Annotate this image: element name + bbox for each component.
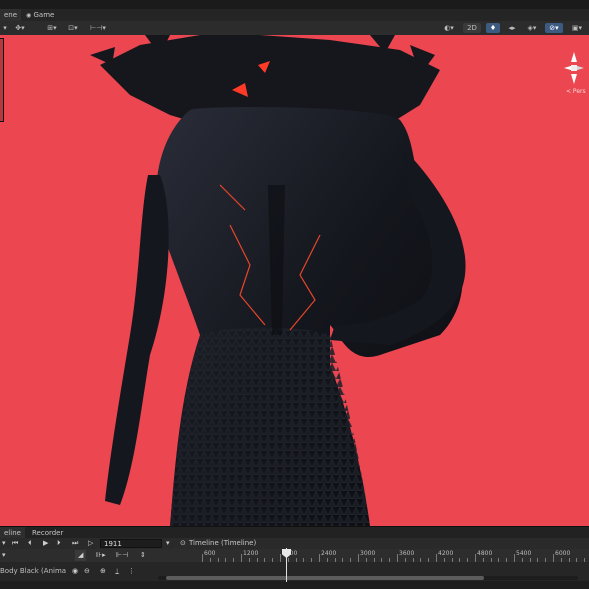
ruler-tick-label: 2400 — [321, 550, 337, 557]
go-to-end-icon[interactable]: ⏭ — [72, 538, 78, 549]
play-icon[interactable]: ▶ — [43, 538, 48, 549]
loop-icon[interactable]: ▷ — [88, 538, 93, 549]
eye-icon[interactable]: ◉ — [72, 566, 78, 577]
snap-track-icon[interactable]: ⊪▸ — [96, 550, 106, 561]
time-ruler[interactable]: 600120018002400300036004200480054006000 — [162, 549, 589, 562]
add-icon[interactable]: ▾ — [2, 550, 6, 561]
lighting-icon[interactable]: ♦ — [486, 23, 500, 33]
timeline-title: Timeline (Timeline) — [189, 539, 257, 547]
lock-icon[interactable]: ⊖ — [84, 566, 90, 577]
2d-toggle[interactable]: 2D — [463, 23, 481, 33]
layers-icon[interactable]: ▾ — [1, 23, 9, 33]
gizmo-down-arrow — [571, 74, 577, 84]
next-frame-icon[interactable]: ⏵ — [57, 538, 61, 549]
ruler-major-tick — [475, 554, 476, 562]
ruler-major-tick — [241, 554, 242, 562]
previous-frame-icon[interactable]: ⏴ — [28, 538, 32, 549]
track-options-icon[interactable]: ◢ — [75, 550, 87, 561]
left-arm — [105, 175, 169, 505]
snap-icon[interactable]: ⊡▾ — [66, 23, 80, 33]
ruler-tick-label: 3000 — [360, 550, 376, 557]
scene-viewport[interactable] — [0, 35, 589, 526]
scene-toolbar: ▾ ✥▾ ⊞▾ ⊡▾ ⊢⊣▾ ◐▾ 2D ♦ ◂▸ ◈▾ ⊘▾ ▣▾ — [0, 21, 589, 36]
ruler-tick-label: 4200 — [438, 550, 454, 557]
timeline-dropdown-icon[interactable]: ▾ — [166, 538, 170, 549]
ruler-major-tick — [514, 554, 515, 562]
ruler-tick-label: 6000 — [555, 550, 571, 557]
game-icon: ◉ — [26, 12, 32, 19]
grid-icon[interactable]: ⊞▾ — [44, 23, 60, 33]
add-track-icon[interactable]: ⊕ — [100, 566, 106, 577]
preview-icon[interactable]: ▾ — [2, 538, 6, 549]
tab-recorder-label: Recorder — [32, 529, 64, 537]
status-bar — [0, 581, 589, 589]
visibility-icon[interactable]: ⊘▾ — [545, 23, 563, 33]
tab-scene-label: ene — [4, 11, 18, 19]
camera-icon[interactable]: ▣▾ — [567, 23, 587, 33]
ruler-major-tick — [397, 554, 398, 562]
timeline-asset-icon: ⊙ — [180, 539, 186, 547]
tab-game-label: Game — [33, 11, 55, 19]
clip-edit-icon[interactable]: ⊩⊣ — [116, 550, 128, 561]
ruler-tick-label: 600 — [204, 550, 216, 557]
character-render — [90, 35, 466, 526]
ruler-major-tick — [358, 554, 359, 562]
move-tool-icon[interactable]: ✥▾ — [12, 23, 28, 33]
marker-icon[interactable]: ⇕ — [140, 550, 146, 561]
ruler-major-tick — [319, 554, 320, 562]
ruler-major-tick — [202, 554, 203, 562]
ruler-tick-label: 4800 — [477, 550, 493, 557]
current-frame-field[interactable]: 1911 — [100, 539, 162, 548]
tab-timeline-label: eline — [4, 529, 21, 537]
timeline-transport-bar: ▾ ⏮ ⏴ ▶ ⏵ ⏭ ▷ 1911 ▾ ⊙ Timeline (Timelin… — [0, 538, 589, 549]
track-label[interactable]: Body Black (Anima — [0, 566, 66, 577]
audio-icon[interactable]: ◂▸ — [505, 23, 519, 33]
ruler-tick-label: 3600 — [399, 550, 415, 557]
track-menu-icon[interactable]: ⋮ — [128, 566, 135, 577]
shading-mode-icon[interactable]: ◐▾ — [440, 23, 458, 33]
ruler-major-tick — [436, 554, 437, 562]
projection-label[interactable]: < Pers — [566, 88, 586, 95]
mute-icon[interactable]: ⍊ — [115, 566, 119, 577]
tab-game[interactable]: ◉ Game — [22, 9, 58, 21]
effects-icon[interactable]: ◈▾ — [523, 23, 541, 33]
gizmo-up-arrow — [571, 52, 577, 62]
ruler-tick-label: 5400 — [516, 550, 532, 557]
ruler-major-tick — [553, 554, 554, 562]
go-to-start-icon[interactable]: ⏮ — [12, 538, 18, 549]
tab-scene[interactable]: ene — [0, 9, 22, 21]
timeline-scrollbar-thumb[interactable] — [166, 576, 484, 580]
ruler-tick-label: 1200 — [243, 550, 259, 557]
viewport-overlay-panel[interactable] — [0, 38, 4, 122]
ruler-major-tick — [280, 554, 281, 562]
window-title-strip — [0, 0, 589, 9]
ruler-icon[interactable]: ⊢⊣▾ — [88, 23, 108, 33]
